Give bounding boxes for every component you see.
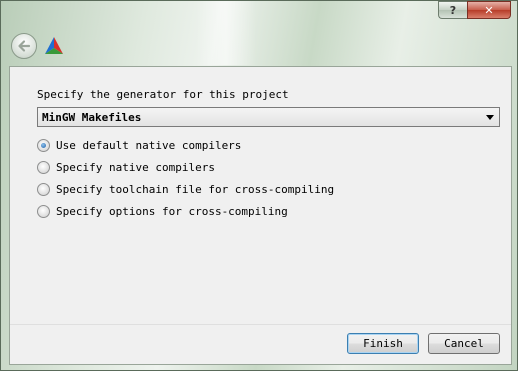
- back-button[interactable]: [11, 33, 37, 59]
- caption-buttons: ? ✕: [438, 1, 511, 19]
- option-native-compilers[interactable]: Specify native compilers: [37, 161, 215, 174]
- radio-native-compilers[interactable]: [37, 161, 50, 174]
- cmake-triangle-icon: [45, 37, 63, 54]
- generator-prompt: Specify the generator for this project: [37, 88, 289, 101]
- option-toolchain-file[interactable]: Specify toolchain file for cross-compili…: [37, 183, 334, 196]
- finish-button[interactable]: Finish: [347, 333, 419, 354]
- radio-toolchain-file[interactable]: [37, 183, 50, 196]
- option-label: Use default native compilers: [56, 139, 242, 152]
- option-label: Specify toolchain file for cross-compili…: [56, 183, 335, 196]
- wizard-panel: Specify the generator for this project M…: [9, 66, 512, 365]
- radio-cross-compiling[interactable]: [37, 205, 50, 218]
- option-label: Specify options for cross-compiling: [56, 205, 288, 218]
- chevron-down-icon[interactable]: [486, 115, 494, 120]
- option-label: Specify native compilers: [56, 161, 215, 174]
- wizard-content: Specify the generator for this project M…: [10, 67, 511, 323]
- cancel-button[interactable]: Cancel: [428, 333, 500, 354]
- back-arrow-icon: [18, 40, 31, 52]
- generator-selected-value: MinGW Makefiles: [42, 111, 142, 124]
- option-cross-compiling[interactable]: Specify options for cross-compiling: [37, 205, 288, 218]
- radio-default-compilers[interactable]: [37, 139, 50, 152]
- help-button[interactable]: ?: [438, 1, 467, 19]
- option-default-compilers[interactable]: Use default native compilers: [37, 139, 241, 152]
- close-button[interactable]: ✕: [467, 1, 511, 19]
- generator-select[interactable]: MinGW Makefiles: [37, 107, 500, 127]
- dialog-window: ? ✕ Specify the generator for this proje…: [0, 0, 518, 371]
